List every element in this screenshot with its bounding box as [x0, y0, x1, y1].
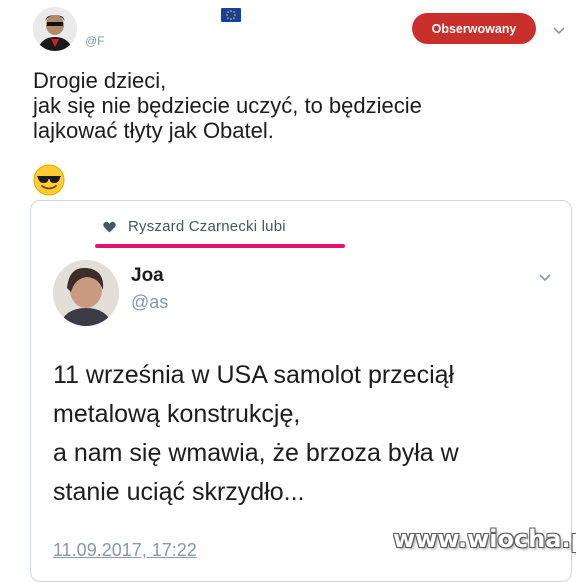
sunglasses-emoji-icon [33, 164, 65, 196]
highlight-underline [95, 244, 345, 248]
watermark: www.wiocha.pl [393, 525, 576, 553]
tweet-line: jak się nie będziecie uczyć, to będzieci… [33, 93, 422, 118]
eu-flag-icon [221, 8, 241, 22]
heart-icon [103, 221, 116, 232]
quoted-line: 11 września w USA samolot przeciął [53, 361, 455, 389]
quoted-line: metalową konstrukcję, [53, 400, 301, 428]
tweet-line: Drogie dzieci, [33, 68, 167, 93]
tweet-timestamp[interactable]: 11.09.2017, 17:22 [53, 540, 197, 561]
chevron-down-icon[interactable] [551, 22, 567, 38]
user-avatar[interactable] [33, 7, 77, 51]
author-avatar[interactable] [53, 260, 119, 326]
liked-by-text[interactable]: Ryszard Czarnecki lubi [128, 218, 286, 235]
author-name[interactable]: Joa [131, 265, 164, 287]
author-handle[interactable]: @as [131, 292, 168, 313]
tweet-text: Drogie dzieci, jak się nie będziecie ucz… [33, 68, 553, 143]
quoted-tweet-text: 11 września w USA samolot przeciął metal… [53, 356, 553, 512]
tweet-line: lajkować tłyty jak Obatel. [33, 118, 274, 143]
following-button[interactable]: Obserwowany [412, 13, 536, 44]
chevron-down-icon[interactable] [537, 269, 553, 285]
liked-by-row: Ryszard Czarnecki lubi [103, 218, 286, 235]
quoted-line: stanie uciąć skrzydło... [53, 478, 305, 506]
quoted-line: a nam się wmawia, że brzoza była w [53, 439, 459, 467]
user-handle[interactable]: @F [85, 34, 105, 48]
